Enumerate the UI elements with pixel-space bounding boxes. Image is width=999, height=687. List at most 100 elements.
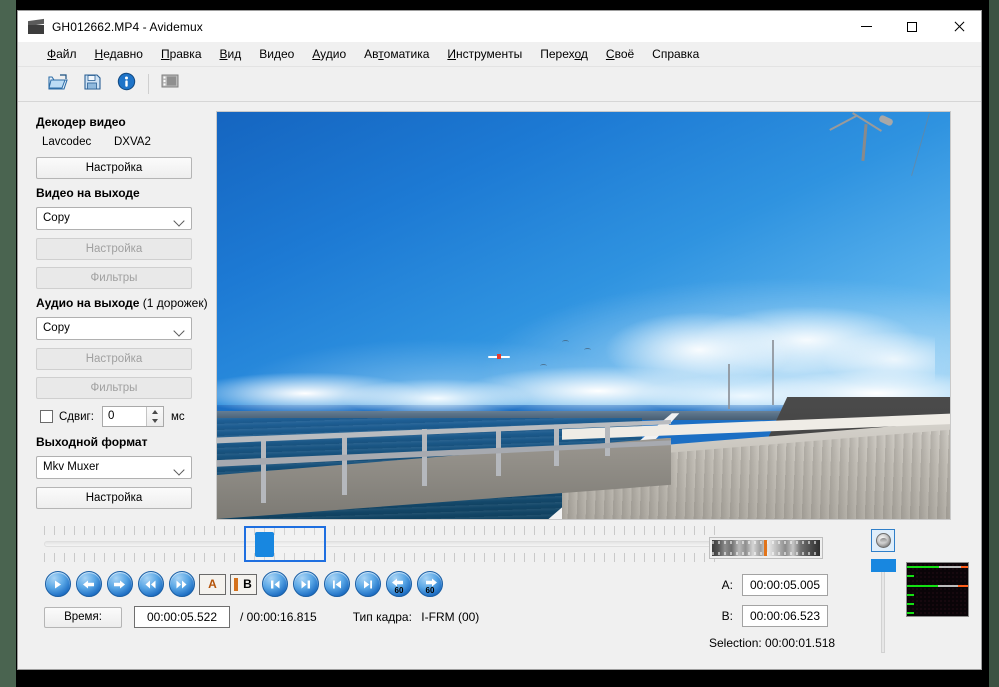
audio-output-title-text: Аудио на выходе (36, 296, 140, 310)
audio-codec-select[interactable]: Copy (36, 317, 192, 340)
prev-keyframe-button[interactable] (261, 571, 288, 598)
timeline-playhead-handle[interactable] (255, 532, 274, 557)
minimize-button[interactable] (843, 11, 889, 42)
marker-a-icon: A (199, 573, 226, 595)
timeline-ticks-bottom (44, 553, 717, 562)
marker-a-value[interactable]: 00:00:05.005 (742, 574, 828, 596)
mark-b-button[interactable]: B (230, 571, 257, 598)
timeline-track[interactable] (44, 541, 717, 547)
right-control-cluster: A: 00:00:05.005 B: 00:00:06.523 Selectio… (703, 526, 975, 656)
filmstrip-position-marker (763, 540, 767, 556)
stepper-arrows[interactable] (145, 407, 163, 426)
marker-b-value[interactable]: 00:00:06.523 (742, 605, 828, 627)
audio-shift-label: Сдвиг: (59, 410, 94, 423)
go-to-end-button[interactable] (354, 571, 381, 598)
open-folder-icon (48, 73, 68, 96)
desktop-edge-right (989, 0, 999, 687)
vu-channel-left (907, 566, 968, 568)
filmstrip-navigator[interactable] (709, 537, 823, 559)
menu-file[interactable]: Файл (38, 44, 86, 64)
muxer-select[interactable]: Mkv Muxer (36, 456, 192, 479)
muxer-configure-button[interactable]: Настройка (36, 487, 192, 509)
guardrail-post (341, 433, 347, 495)
menu-custom[interactable]: Своё (597, 44, 643, 64)
airplane-icon (488, 354, 511, 360)
menu-recent[interactable]: Недавно (86, 44, 152, 64)
next-keyframe-button[interactable] (292, 571, 319, 598)
menu-file-rest: айл (56, 47, 77, 61)
menu-auto[interactable]: Автоматика (355, 44, 438, 64)
video-filters-button[interactable]: Фильтры (36, 267, 192, 289)
go-to-start-button[interactable] (323, 571, 350, 598)
double-arrow-left-icon (137, 571, 164, 597)
volume-handle[interactable] (871, 559, 896, 572)
video-configure-button[interactable]: Настройка (36, 238, 192, 260)
step-back-button[interactable] (75, 571, 102, 598)
audio-configure-button[interactable]: Настройка (36, 348, 192, 370)
volume-control[interactable] (871, 529, 897, 653)
menu-tools[interactable]: Инструменты (438, 44, 531, 64)
audio-codec-value: Copy (43, 322, 70, 334)
audio-shift-checkbox[interactable] (40, 410, 53, 423)
vu-scale-tick (907, 603, 914, 605)
menu-view[interactable]: Вид (211, 44, 251, 64)
current-time-field[interactable]: 00:00:05.522 (134, 606, 230, 628)
mark-a-button[interactable]: A (199, 571, 226, 598)
stepper-down-icon[interactable] (151, 419, 158, 424)
preview-container (214, 102, 981, 520)
info-button[interactable] (112, 70, 140, 98)
skip-to-end-icon (292, 571, 319, 597)
window-title: GH012662.MP4 - Avidemux (52, 19, 203, 34)
menu-video[interactable]: Видео (250, 44, 303, 64)
video-output-title: Видео на выходе (36, 186, 140, 200)
floppy-save-icon (83, 73, 102, 96)
back-60-button[interactable]: 60 (385, 571, 412, 598)
guardrail-post (605, 423, 611, 456)
video-preview[interactable] (216, 111, 951, 520)
forward-60-button[interactable]: 60 (416, 571, 443, 598)
fast-forward-button[interactable] (168, 571, 195, 598)
vu-scale-tick (907, 612, 914, 614)
menu-audio[interactable]: Аудио (303, 44, 355, 64)
menu-edit[interactable]: Правка (152, 44, 211, 64)
decoder-configure-button[interactable]: Настройка (36, 157, 192, 179)
timeline-slider[interactable] (44, 526, 717, 562)
output-format-title: Выходной формат (36, 435, 148, 449)
stepper-up-icon[interactable] (151, 409, 158, 414)
volume-track[interactable] (881, 561, 885, 653)
maximize-button[interactable] (889, 11, 935, 42)
light-pole-far (728, 364, 731, 410)
play-button[interactable] (44, 571, 71, 598)
chevron-down-icon (173, 215, 185, 227)
close-icon (953, 21, 964, 32)
marker-b-field-label: B: (721, 609, 733, 623)
open-file-button[interactable] (44, 70, 72, 98)
arrow-left-icon (75, 571, 102, 597)
audio-filters-button[interactable]: Фильтры (36, 377, 192, 399)
audio-output-title: Аудио на выходе (1 дорожек) (36, 296, 214, 310)
rewind-button[interactable] (137, 571, 164, 598)
audio-shift-value: 0 (107, 410, 115, 422)
audio-shift-stepper[interactable]: 0 (101, 406, 164, 427)
info-circle-icon (117, 72, 136, 96)
step-forward-button[interactable] (106, 571, 133, 598)
main-body: Декодер видео Lavcodec DXVA2 Настройка В… (18, 102, 981, 520)
decoder-codec-name: Lavcodec (42, 136, 92, 148)
marker-b-icon: B (230, 573, 257, 595)
light-pole-far (772, 339, 775, 406)
jump-start-icon (323, 571, 350, 597)
time-button[interactable]: Время: (44, 606, 122, 628)
total-time-label: / 00:00:16.815 (240, 610, 317, 624)
close-button[interactable] (935, 11, 981, 42)
volume-mute-button[interactable] (871, 529, 895, 552)
frame-type-row: Тип кадра: I-FRM (00) (353, 610, 480, 624)
menu-goto[interactable]: Переход (531, 44, 597, 64)
calculator-button[interactable] (156, 70, 184, 98)
video-codec-select[interactable]: Copy (36, 207, 192, 230)
selection-duration: Selection: 00:00:01.518 (709, 636, 836, 650)
menu-help[interactable]: Справка (643, 44, 708, 64)
save-file-button[interactable] (78, 70, 106, 98)
audio-level-meter (906, 562, 969, 617)
title-bar: GH012662.MP4 - Avidemux (18, 11, 981, 42)
skip-to-start-icon (261, 571, 288, 597)
